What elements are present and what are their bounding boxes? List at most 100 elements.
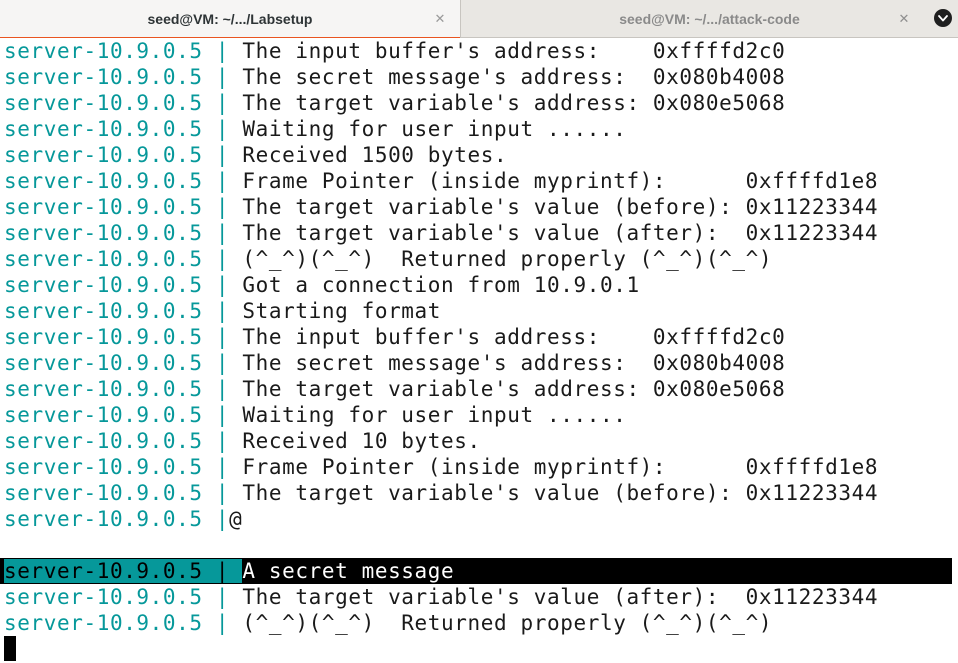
terminal-line: server-10.9.0.5 | Frame Pointer (inside … (4, 454, 878, 480)
line-text: Got a connection from 10.9.0.1 (242, 273, 640, 297)
line-text: (^_^)(^_^) Returned properly (^_^)(^_^) (242, 247, 773, 271)
tab-bar: seed@VM: ~/.../Labsetup ✕ seed@VM: ~/...… (0, 0, 958, 39)
line-text: Frame Pointer (inside myprintf): 0xffffd… (242, 169, 879, 193)
close-icon[interactable]: ✕ (892, 0, 916, 38)
line-text: Received 10 bytes. (242, 429, 481, 453)
line-prefix: server-10.9.0.5 (4, 273, 203, 297)
line-text: The target variable's address: 0x080e506… (242, 91, 786, 115)
line-separator: | (202, 507, 230, 531)
terminal-line: server-10.9.0.5 | The secret message's a… (4, 350, 785, 376)
tab-title: seed@VM: ~/.../Labsetup (147, 11, 313, 27)
line-separator: | (202, 377, 243, 401)
line-prefix: server-10.9.0.5 (4, 455, 203, 479)
terminal-line: server-10.9.0.5 | The target variable's … (4, 220, 878, 246)
line-text: Waiting for user input ...... (242, 117, 627, 141)
line-separator: | (202, 195, 243, 219)
terminal-line: server-10.9.0.5 | The input buffer's add… (4, 38, 785, 64)
tab-menu-button[interactable] (934, 9, 952, 27)
line-prefix: server-10.9.0.5 (4, 169, 203, 193)
line-separator: | (202, 117, 243, 141)
line-prefix: server-10.9.0.5 (4, 247, 203, 271)
line-text: The input buffer's address: 0xffffd2c0 (242, 325, 786, 349)
line-separator: | (202, 169, 243, 193)
terminal-line: server-10.9.0.5 | The target variable's … (4, 194, 878, 220)
line-separator: | (202, 429, 243, 453)
line-separator: | (202, 455, 243, 479)
line-text: Starting format (242, 299, 442, 323)
terminal-line: server-10.9.0.5 | Starting format (4, 298, 441, 324)
line-prefix: server-10.9.0.5 (4, 221, 203, 245)
line-prefix: server-10.9.0.5 (4, 39, 203, 63)
line-separator: | (202, 273, 243, 297)
line-text: @ (229, 507, 243, 531)
chevron-down-icon (938, 14, 948, 22)
line-text: The target variable's value (before): 0x… (242, 481, 879, 505)
terminal-output[interactable]: server-10.9.0.5 | The input buffer's add… (0, 38, 958, 663)
line-separator: | (202, 611, 243, 635)
line-prefix: server-10.9.0.5 (4, 559, 203, 583)
terminal-line: server-10.9.0.5 | Received 10 bytes. (4, 428, 481, 454)
line-separator: | (202, 403, 243, 427)
line-prefix: server-10.9.0.5 (4, 351, 203, 375)
line-separator: | (202, 39, 243, 63)
terminal-line: server-10.9.0.5 |@ (4, 506, 242, 532)
line-text: The secret message's address: 0x080b4008 (242, 65, 786, 89)
line-prefix: server-10.9.0.5 (4, 481, 203, 505)
line-text: A secret message (242, 559, 455, 583)
line-text: Waiting for user input ...... (242, 403, 627, 427)
line-separator: | (202, 299, 243, 323)
line-prefix: server-10.9.0.5 (4, 611, 203, 635)
line-separator: | (202, 65, 243, 89)
line-text: The input buffer's address: 0xffffd2c0 (242, 39, 786, 63)
terminal-line: server-10.9.0.5 | Frame Pointer (inside … (4, 168, 878, 194)
line-text: Frame Pointer (inside myprintf): 0xffffd… (242, 455, 879, 479)
line-prefix: server-10.9.0.5 (4, 299, 203, 323)
terminal-window: seed@VM: ~/.../Labsetup ✕ seed@VM: ~/...… (0, 0, 958, 663)
terminal-line: server-10.9.0.5 | The target variable's … (4, 480, 878, 506)
line-prefix: server-10.9.0.5 (4, 507, 203, 531)
line-text: The target variable's value (after): 0x1… (242, 221, 879, 245)
terminal-cursor (4, 636, 16, 661)
line-separator: | (202, 91, 243, 115)
line-prefix: server-10.9.0.5 (4, 403, 203, 427)
terminal-line: server-10.9.0.5 | The target variable's … (4, 376, 785, 402)
line-text: The target variable's address: 0x080e506… (242, 377, 786, 401)
line-prefix: server-10.9.0.5 (4, 65, 203, 89)
terminal-line: server-10.9.0.5 | The target variable's … (4, 584, 878, 610)
line-prefix: server-10.9.0.5 (4, 325, 203, 349)
line-separator: | (202, 585, 243, 609)
line-prefix: server-10.9.0.5 (4, 143, 203, 167)
line-separator: | (202, 143, 243, 167)
line-text: The target variable's value (after): 0x1… (242, 585, 879, 609)
line-prefix: server-10.9.0.5 (4, 585, 203, 609)
terminal-line: server-10.9.0.5 | The secret message's a… (4, 64, 785, 90)
tab-title: seed@VM: ~/.../attack-code (619, 11, 800, 27)
line-text: The target variable's value (before): 0x… (242, 195, 879, 219)
line-prefix: server-10.9.0.5 (4, 429, 203, 453)
terminal-line-highlighted: server-10.9.0.5 | A secret message (0, 558, 952, 584)
line-text: (^_^)(^_^) Returned properly (^_^)(^_^) (242, 611, 773, 635)
terminal-line: server-10.9.0.5 | Received 1500 bytes. (4, 142, 507, 168)
tab-labsetup[interactable]: seed@VM: ~/.../Labsetup ✕ (0, 0, 461, 39)
line-separator: | (202, 247, 243, 271)
terminal-line: server-10.9.0.5 | (^_^)(^_^) Returned pr… (4, 610, 772, 636)
line-prefix: server-10.9.0.5 (4, 91, 203, 115)
terminal-line: server-10.9.0.5 | The target variable's … (4, 90, 785, 116)
line-prefix: server-10.9.0.5 (4, 117, 203, 141)
line-separator: | (202, 559, 243, 583)
line-separator: | (202, 351, 243, 375)
terminal-line: server-10.9.0.5 | (^_^)(^_^) Returned pr… (4, 246, 772, 272)
tab-attack-code[interactable]: seed@VM: ~/.../attack-code ✕ (461, 0, 958, 38)
line-text: Received 1500 bytes. (242, 143, 508, 167)
terminal-line: server-10.9.0.5 | The input buffer's add… (4, 324, 785, 350)
terminal-line: server-10.9.0.5 | Waiting for user input… (4, 116, 626, 142)
line-separator: | (202, 221, 243, 245)
terminal-line: server-10.9.0.5 | Got a connection from … (4, 272, 640, 298)
terminal-line: server-10.9.0.5 | Waiting for user input… (4, 402, 626, 428)
line-prefix: server-10.9.0.5 (4, 377, 203, 401)
close-icon[interactable]: ✕ (428, 0, 452, 38)
line-prefix: server-10.9.0.5 (4, 195, 203, 219)
line-separator: | (202, 325, 243, 349)
line-separator: | (202, 481, 243, 505)
line-text: The secret message's address: 0x080b4008 (242, 351, 786, 375)
